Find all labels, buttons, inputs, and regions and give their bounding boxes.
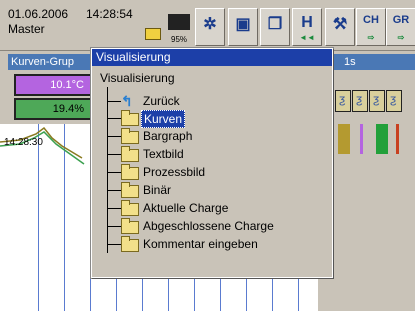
tree-root-label: Visualisierung bbox=[100, 71, 175, 85]
history-icon: H bbox=[301, 14, 313, 31]
group-button[interactable]: GR ⇨ bbox=[386, 8, 415, 46]
menu-item-label: Bargraph bbox=[143, 129, 193, 143]
bar bbox=[376, 124, 388, 154]
menu-item-label: Aktuelle Charge bbox=[143, 201, 229, 215]
alarm-icon: ✲ bbox=[203, 16, 217, 33]
menu-item-label: Prozessbild bbox=[143, 165, 206, 179]
date-label: 01.06.2006 bbox=[8, 7, 69, 21]
menu-item-label: Binär bbox=[143, 183, 172, 197]
tree-connector bbox=[107, 87, 108, 253]
sample-rate: 1s bbox=[330, 54, 415, 70]
plot-time-label: 14:28:30 bbox=[4, 137, 43, 148]
channel-label: CH bbox=[363, 14, 379, 26]
bar bbox=[360, 124, 363, 154]
battery-percent: 95% bbox=[171, 35, 188, 44]
folder-icon bbox=[121, 236, 139, 252]
channel-marker: ƺ bbox=[386, 90, 402, 112]
channel-button[interactable]: CH ⇨ bbox=[356, 8, 386, 46]
alarm-button[interactable]: ✲ bbox=[195, 8, 225, 46]
folder-icon bbox=[121, 182, 139, 198]
battery-icon bbox=[168, 14, 190, 30]
window-button[interactable]: ▣ bbox=[228, 8, 258, 46]
folder-icon bbox=[121, 128, 139, 144]
menu-item-label: Textbild bbox=[143, 147, 184, 161]
visualisierung-menu: Visualisierung Visualisierung ↰ Zurück K… bbox=[91, 48, 333, 278]
history-button[interactable]: H ◄◄ bbox=[292, 8, 322, 46]
pages-icon: ❐ bbox=[267, 16, 283, 33]
channel-marker: ƺ bbox=[352, 90, 368, 112]
status-toolbar: 01.06.2006 Master 14:28:54 95% ✲ ▣ ❐ H ◄… bbox=[0, 0, 415, 51]
bar bbox=[396, 124, 399, 154]
channel-marker: ƺ bbox=[335, 90, 351, 112]
user-label: Master bbox=[8, 22, 45, 36]
time-label: 14:28:54 bbox=[86, 7, 133, 21]
channel-value-1: 10.1°C bbox=[14, 74, 92, 96]
menu-item-label: Kurven bbox=[141, 110, 186, 128]
menu-title: Visualisierung bbox=[92, 49, 332, 66]
folder-icon bbox=[121, 218, 139, 234]
folder-icon bbox=[121, 200, 139, 216]
group-label: GR bbox=[392, 14, 410, 26]
back-arrow-icon: ↰ bbox=[121, 93, 133, 109]
arrow-icon: ⇨ bbox=[397, 33, 405, 42]
folder-icon bbox=[145, 28, 161, 40]
channel-value-2: 19.4% bbox=[14, 98, 92, 120]
bar bbox=[338, 124, 350, 154]
rewind-icon: ◄◄ bbox=[299, 33, 315, 42]
menu-item-label: Abgeschlossene Charge bbox=[143, 219, 274, 233]
pages-button[interactable]: ❐ bbox=[260, 8, 290, 46]
trend-curve bbox=[0, 126, 85, 165]
arrow-icon: ⇨ bbox=[367, 33, 375, 42]
menu-item-label: Kommentar eingeben bbox=[143, 237, 258, 251]
folder-icon bbox=[121, 146, 139, 162]
bargraph bbox=[330, 124, 415, 154]
device-screen: 01.06.2006 Master 14:28:54 95% ✲ ▣ ❐ H ◄… bbox=[0, 0, 415, 311]
window-icon: ▣ bbox=[235, 16, 251, 33]
menu-item-label: Zurück bbox=[143, 94, 180, 108]
tools-icon: ⚒ bbox=[332, 16, 348, 33]
date-user-box: 01.06.2006 Master bbox=[8, 7, 68, 37]
folder-icon bbox=[121, 110, 139, 126]
channel-marker: ƺ bbox=[369, 90, 385, 112]
tools-button[interactable]: ⚒ bbox=[325, 8, 355, 46]
folder-icon bbox=[121, 164, 139, 180]
